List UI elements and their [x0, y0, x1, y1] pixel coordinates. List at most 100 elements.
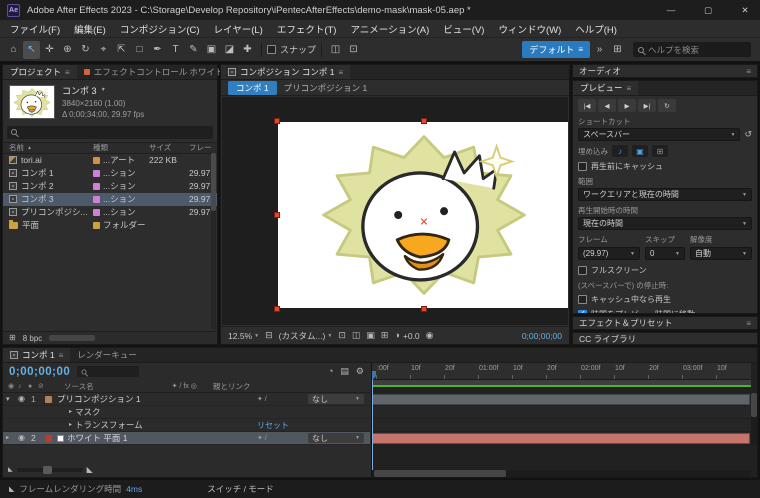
- more-workspaces-chevron[interactable]: »: [591, 41, 608, 59]
- property-group-mask[interactable]: ▸ マスク: [3, 406, 370, 419]
- type-tool[interactable]: T: [167, 41, 184, 59]
- panel-menu-icon[interactable]: ≡: [59, 351, 64, 360]
- grid-guides-icon[interactable]: ⊞: [381, 331, 389, 340]
- menu-window[interactable]: ウィンドウ(W): [491, 20, 568, 37]
- view-layout-select[interactable]: (カスタム...) ▼: [279, 330, 333, 342]
- label-chip[interactable]: [93, 156, 100, 164]
- cache-before-playback-row[interactable]: 再生前にキャッシュ: [578, 161, 752, 172]
- maximize-button[interactable]: ▢: [693, 0, 723, 20]
- prev-frame-button[interactable]: ◀: [598, 99, 616, 112]
- pen-tool[interactable]: ✒: [149, 41, 166, 59]
- zoom-slider-thumb[interactable]: [42, 466, 52, 474]
- next-frame-button[interactable]: ▶|: [638, 99, 656, 112]
- expand-arrow-icon[interactable]: ▸: [6, 435, 17, 441]
- layer-bar-white-solid[interactable]: [372, 433, 750, 444]
- shared-views-icon[interactable]: ⊞: [609, 41, 626, 59]
- layer-switches[interactable]: ✦ /: [257, 434, 307, 442]
- selection-tool[interactable]: ↖: [23, 40, 40, 59]
- move-time-row[interactable]: ✓ 時間をプレビュー時間に移動: [578, 309, 752, 313]
- label-chip[interactable]: [93, 169, 100, 177]
- panel-menu-icon[interactable]: ≡: [627, 84, 632, 93]
- item-caret-icon[interactable]: ▼: [101, 87, 106, 95]
- eye-icon[interactable]: ◉: [18, 395, 30, 403]
- panel-menu-icon[interactable]: ≡: [746, 67, 751, 76]
- project-vertical-scrollbar[interactable]: [211, 153, 216, 329]
- cache-before-playback-checkbox[interactable]: [578, 162, 587, 171]
- column-size[interactable]: サイズ: [149, 142, 189, 153]
- composition-frame[interactable]: ✕: [274, 118, 568, 312]
- home-tool[interactable]: ⌂: [5, 41, 22, 59]
- help-search-input[interactable]: [648, 44, 746, 55]
- hand-tool[interactable]: ✛: [41, 41, 58, 59]
- workspace-switcher[interactable]: デフォルト ≡: [522, 41, 590, 58]
- puppet-tool[interactable]: ✚: [239, 41, 256, 59]
- expand-arrow-icon[interactable]: ▸: [69, 409, 72, 415]
- menu-effect[interactable]: エフェクト(T): [270, 20, 344, 37]
- selection-handle-bottom-left[interactable]: [274, 306, 280, 312]
- selection-handle-bottom-center[interactable]: [421, 306, 427, 312]
- label-chip[interactable]: [93, 182, 100, 190]
- playhead-line[interactable]: [372, 371, 373, 470]
- shortcut-select[interactable]: スペースバー ▼: [578, 128, 741, 141]
- layer-color-chip[interactable]: [45, 434, 52, 442]
- project-row-comp3-selected[interactable]: コンポ 3 ...ション 29.97: [3, 192, 217, 206]
- eye-icon[interactable]: ◉: [18, 434, 30, 442]
- tab-preview[interactable]: プレビュー ≡: [573, 81, 639, 95]
- snap-checkbox[interactable]: [267, 45, 276, 54]
- project-row-comp2[interactable]: コンポ 2 ...ション 29.97: [3, 180, 217, 193]
- camera-tool[interactable]: ⌖: [95, 41, 112, 59]
- minimize-button[interactable]: —: [656, 0, 686, 20]
- comp-timecode[interactable]: 0;00;00;00: [522, 331, 562, 341]
- tab-project[interactable]: プロジェクト ≡: [3, 65, 77, 79]
- column-framerate[interactable]: フレー: [189, 142, 217, 153]
- scrollbar-thumb[interactable]: [751, 393, 757, 417]
- rotate-tool[interactable]: ↻: [77, 41, 94, 59]
- project-row-precomp[interactable]: プリコンポジシ... ...ション 29.97: [3, 206, 217, 219]
- effects-presets-panel-tab[interactable]: エフェクト＆プリセット ≡: [572, 316, 758, 330]
- interpret-footage-icon[interactable]: ⊞: [9, 334, 16, 342]
- frame-blend-icon[interactable]: ◔: [328, 367, 333, 376]
- switches-modes-toggle[interactable]: スイッチ / モード: [207, 483, 274, 495]
- timeline-track-area[interactable]: :00f 10f 20f 01:00f 10f 20f 02:00f 10f 2…: [371, 363, 757, 477]
- timeline-vertical-scrollbar[interactable]: [751, 393, 757, 445]
- motion-blur-icon[interactable]: ⊡: [345, 41, 362, 59]
- panel-menu-icon[interactable]: ≡: [338, 68, 343, 77]
- zoom-in-icon[interactable]: ◣: [87, 466, 93, 474]
- collapse-caret-icon[interactable]: ▾: [6, 396, 17, 403]
- panel-menu-icon[interactable]: ≡: [65, 68, 70, 77]
- range-select[interactable]: ワークエリアと現在の時間 ▼: [578, 188, 752, 201]
- play-button[interactable]: ▶: [618, 99, 636, 112]
- current-timecode[interactable]: 0;00;00;00: [9, 366, 70, 378]
- reset-shortcut-icon[interactable]: ↺: [744, 130, 752, 139]
- label-chip[interactable]: [93, 208, 100, 216]
- menu-layer[interactable]: レイヤー(L): [207, 20, 270, 37]
- pan-behind-tool[interactable]: ⇱: [113, 41, 130, 59]
- layer-row-precomp[interactable]: ▾ ◉ 1 プリコンポジション 1 ✦ / なし ▼: [3, 393, 370, 406]
- video-column-icon[interactable]: ◉: [8, 382, 18, 390]
- channels-icon[interactable]: ⊡: [338, 331, 346, 340]
- play-if-cached-checkbox[interactable]: [578, 295, 587, 304]
- audio-panel-tab[interactable]: オーディオ ≡: [572, 64, 758, 78]
- menu-animation[interactable]: アニメーション(A): [343, 20, 436, 37]
- parent-select[interactable]: なし ▼: [308, 433, 364, 443]
- comp-nav-current[interactable]: コンポ 1: [228, 80, 277, 95]
- graph-editor-icon[interactable]: ▤: [340, 367, 349, 376]
- project-row-toriai[interactable]: tori.ai ...アート 222 KB: [3, 154, 217, 167]
- source-name-column[interactable]: ソース名: [64, 381, 94, 392]
- timeline-search[interactable]: [77, 366, 140, 377]
- layer-row-white-solid[interactable]: ▸ ◉ 2 ホワイト 平面 1 ✦ / なし ▼: [3, 432, 370, 445]
- column-type[interactable]: 種類: [93, 142, 149, 153]
- solo-column-icon[interactable]: ●: [28, 383, 38, 390]
- anchor-point[interactable]: ✕: [419, 216, 428, 229]
- expand-arrow-icon[interactable]: ▸: [69, 422, 72, 428]
- framerate-select[interactable]: (29.97) ▼: [578, 247, 640, 260]
- brush-tool[interactable]: ✎: [185, 41, 202, 59]
- play-from-select[interactable]: 現在の時間 ▼: [578, 217, 752, 230]
- mask-visibility-icon[interactable]: ◫: [352, 331, 361, 340]
- layer-switches[interactable]: ✦ /: [257, 395, 307, 403]
- project-row-comp1[interactable]: コンポ 1 ...ション 29.97: [3, 167, 217, 180]
- project-search[interactable]: [7, 125, 213, 139]
- include-audio-icon[interactable]: ♪: [612, 145, 628, 157]
- play-if-cached-row[interactable]: キャッシュ中なら再生: [578, 294, 752, 305]
- timeline-settings-icon[interactable]: ⚙: [356, 367, 364, 376]
